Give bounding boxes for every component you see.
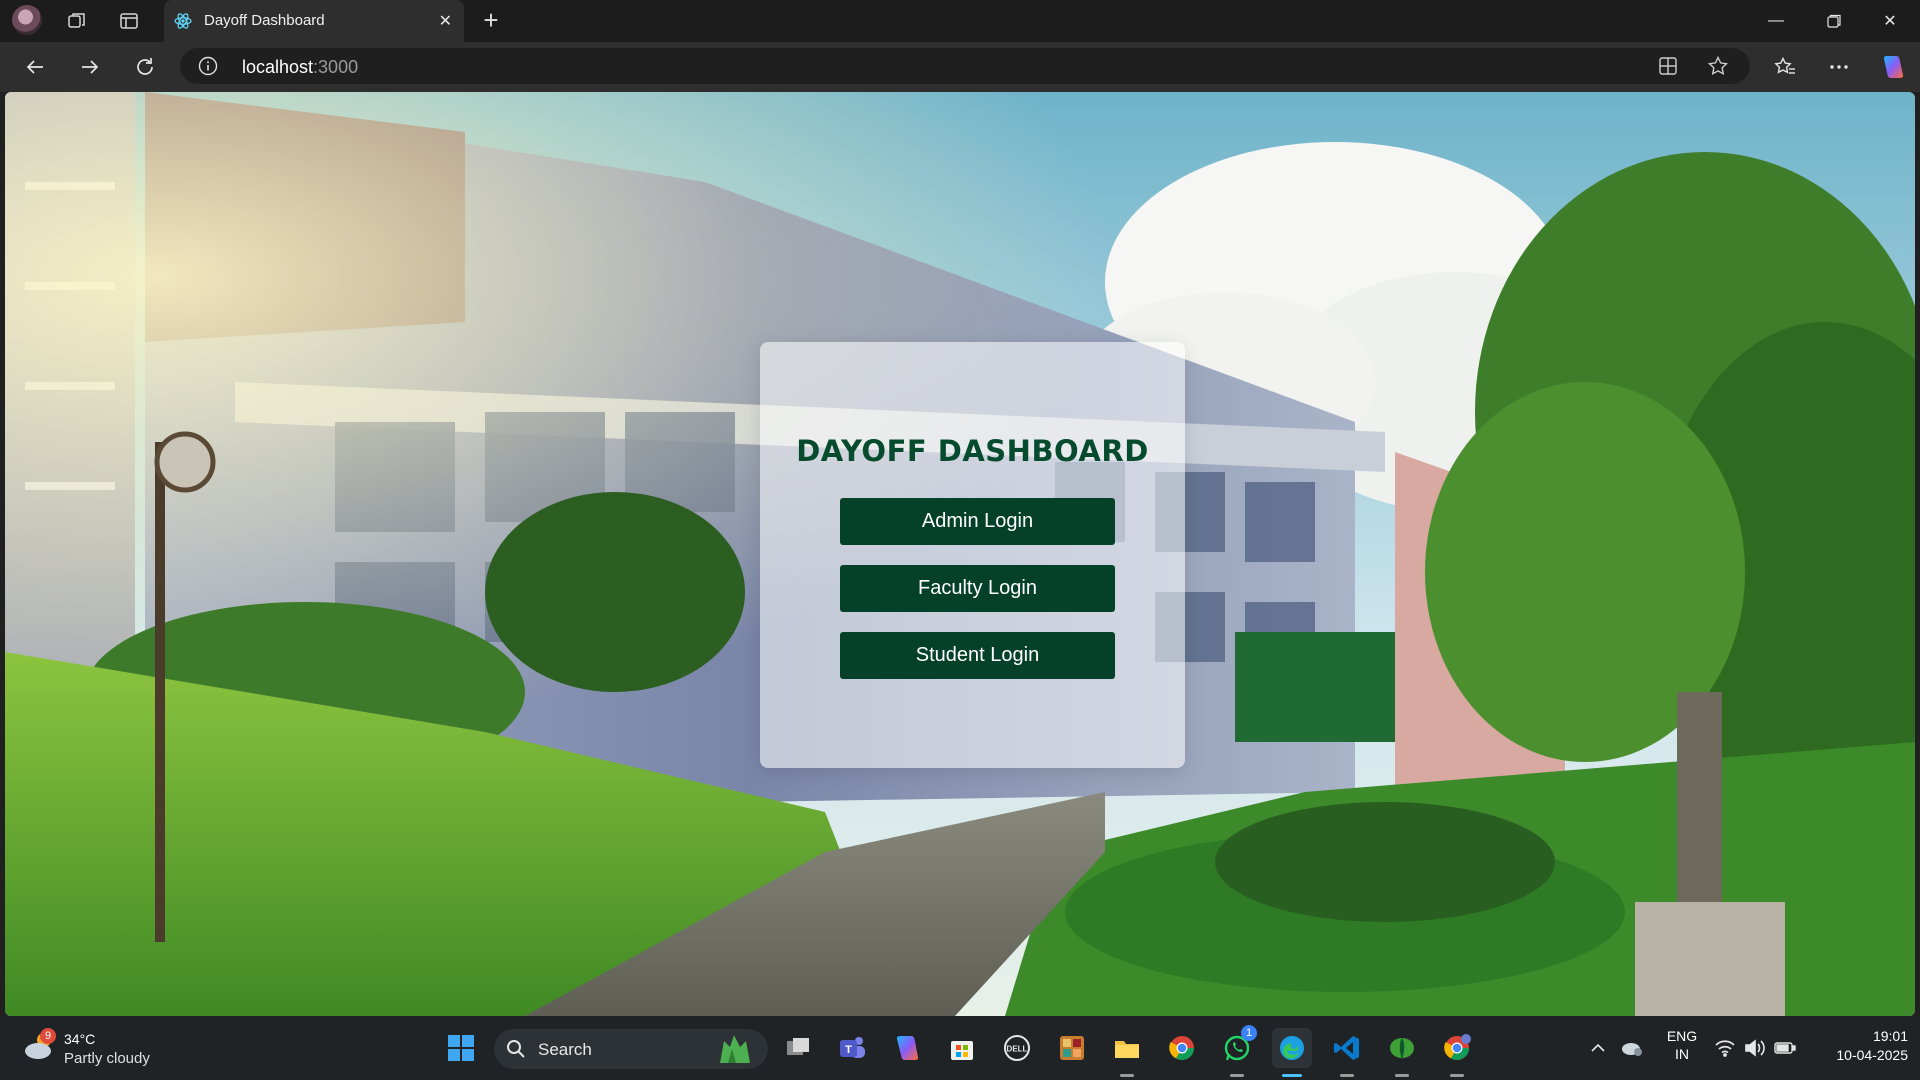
windows-taskbar: 9 34°C Partly cloudy Search T DELL 1 ENG…: [0, 1016, 1920, 1080]
clock[interactable]: 19:01 10-04-2025: [1808, 1028, 1908, 1063]
student-login-button[interactable]: Student Login: [840, 632, 1115, 679]
language-indicator[interactable]: ENG IN: [1662, 1028, 1702, 1062]
dashboard-heading: DAYOFF DASHBOARD: [796, 434, 1149, 468]
copilot-app-icon[interactable]: [887, 1028, 927, 1068]
teams-icon[interactable]: T: [832, 1028, 872, 1068]
task-view-icon[interactable]: [778, 1028, 818, 1068]
whatsapp-icon[interactable]: 1: [1217, 1025, 1257, 1068]
page-viewport: DAYOFF DASHBOARD Admin Login Faculty Log…: [5, 92, 1915, 1016]
address-bar[interactable]: localhost:3000: [180, 48, 1750, 84]
url-text: localhost:3000: [242, 57, 359, 77]
admin-login-button[interactable]: Admin Login: [840, 498, 1115, 545]
weather-description: Partly cloudy: [64, 1050, 150, 1067]
vscode-icon[interactable]: [1327, 1028, 1367, 1068]
tab-close-icon[interactable]: ✕: [439, 11, 452, 31]
game-app-icon[interactable]: [1052, 1028, 1092, 1068]
search-placeholder: Search: [538, 1040, 592, 1059]
window-close-icon[interactable]: ✕: [1870, 6, 1910, 36]
running-indicator: [1230, 1074, 1244, 1077]
active-tab[interactable]: Dayoff Dashboard ✕: [164, 0, 464, 42]
edge-icon[interactable]: [1272, 1028, 1312, 1068]
new-tab-button[interactable]: +: [476, 6, 506, 36]
onedrive-icon[interactable]: [1612, 1028, 1652, 1068]
refresh-icon[interactable]: [130, 52, 160, 82]
active-app-indicator: [1282, 1074, 1302, 1077]
login-card: DAYOFF DASHBOARD Admin Login Faculty Log…: [760, 342, 1185, 768]
favorite-star-icon[interactable]: [1707, 55, 1729, 77]
volume-icon[interactable]: [1740, 1028, 1770, 1068]
tab-title: Dayoff Dashboard: [204, 12, 325, 29]
weather-widget[interactable]: 9: [22, 1028, 58, 1062]
start-windows-icon[interactable]: [441, 1028, 481, 1068]
workspaces-icon[interactable]: [62, 6, 92, 36]
wifi-icon[interactable]: [1710, 1028, 1740, 1068]
weather-alert-badge: 9: [40, 1028, 56, 1044]
svg-text:DELL: DELL: [1007, 1045, 1028, 1054]
minimize-icon[interactable]: —: [1756, 6, 1796, 36]
search-highlight-icon: [720, 1035, 750, 1063]
split-screen-icon[interactable]: [1657, 55, 1679, 77]
restore-icon[interactable]: [1814, 6, 1854, 36]
forward-arrow-icon[interactable]: [75, 52, 105, 82]
navigation-bar: localhost:3000: [0, 42, 1920, 92]
svg-text:T: T: [845, 1044, 852, 1056]
whatsapp-notification-badge: 1: [1241, 1025, 1257, 1041]
profile-avatar[interactable]: [12, 5, 42, 35]
file-explorer-icon[interactable]: [1107, 1028, 1147, 1068]
vertical-tabs-icon[interactable]: [114, 6, 144, 36]
faculty-login-button[interactable]: Faculty Login: [840, 565, 1115, 612]
browser-title-bar: Dayoff Dashboard ✕ + — ✕: [0, 0, 1920, 42]
running-indicator: [1395, 1074, 1409, 1077]
taskbar-search-box[interactable]: Search: [494, 1029, 768, 1069]
chrome-icon[interactable]: [1162, 1028, 1202, 1068]
microsoft-store-icon[interactable]: [942, 1028, 982, 1068]
search-icon: [507, 1040, 525, 1058]
battery-icon[interactable]: [1770, 1028, 1800, 1068]
chrome-profile-icon[interactable]: [1437, 1028, 1477, 1068]
weather-temperature: 34°C: [64, 1031, 96, 1047]
dell-icon[interactable]: DELL: [997, 1028, 1037, 1068]
back-arrow-icon[interactable]: [20, 52, 50, 82]
running-indicator: [1340, 1074, 1354, 1077]
favorites-icon[interactable]: [1770, 52, 1800, 82]
more-options-icon[interactable]: [1824, 52, 1854, 82]
react-favicon-icon: [174, 13, 192, 29]
mongodb-compass-icon[interactable]: [1382, 1028, 1422, 1068]
site-info-icon[interactable]: [198, 56, 218, 76]
running-indicator: [1120, 1074, 1134, 1077]
copilot-icon[interactable]: [1878, 52, 1908, 82]
running-indicator: [1450, 1074, 1464, 1077]
